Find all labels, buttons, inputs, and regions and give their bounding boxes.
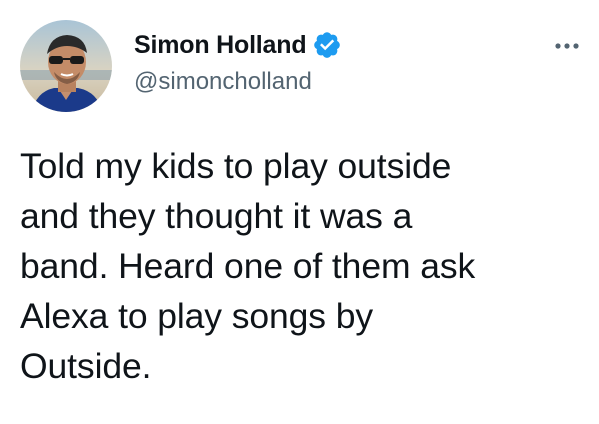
- name-row: Simon Holland: [134, 28, 342, 62]
- author-block: Simon Holland @simoncholland: [134, 28, 342, 96]
- avatar[interactable]: [20, 20, 112, 112]
- more-options-icon[interactable]: [550, 36, 584, 56]
- avatar-image: [20, 20, 112, 112]
- tweet-card: Simon Holland @simoncholland Told my kid…: [0, 0, 599, 424]
- tweet-text: Told my kids to play outside and they th…: [20, 146, 476, 386]
- author-handle[interactable]: @simoncholland: [134, 68, 342, 96]
- verified-badge-icon: [312, 30, 342, 60]
- author-display-name[interactable]: Simon Holland: [134, 31, 307, 60]
